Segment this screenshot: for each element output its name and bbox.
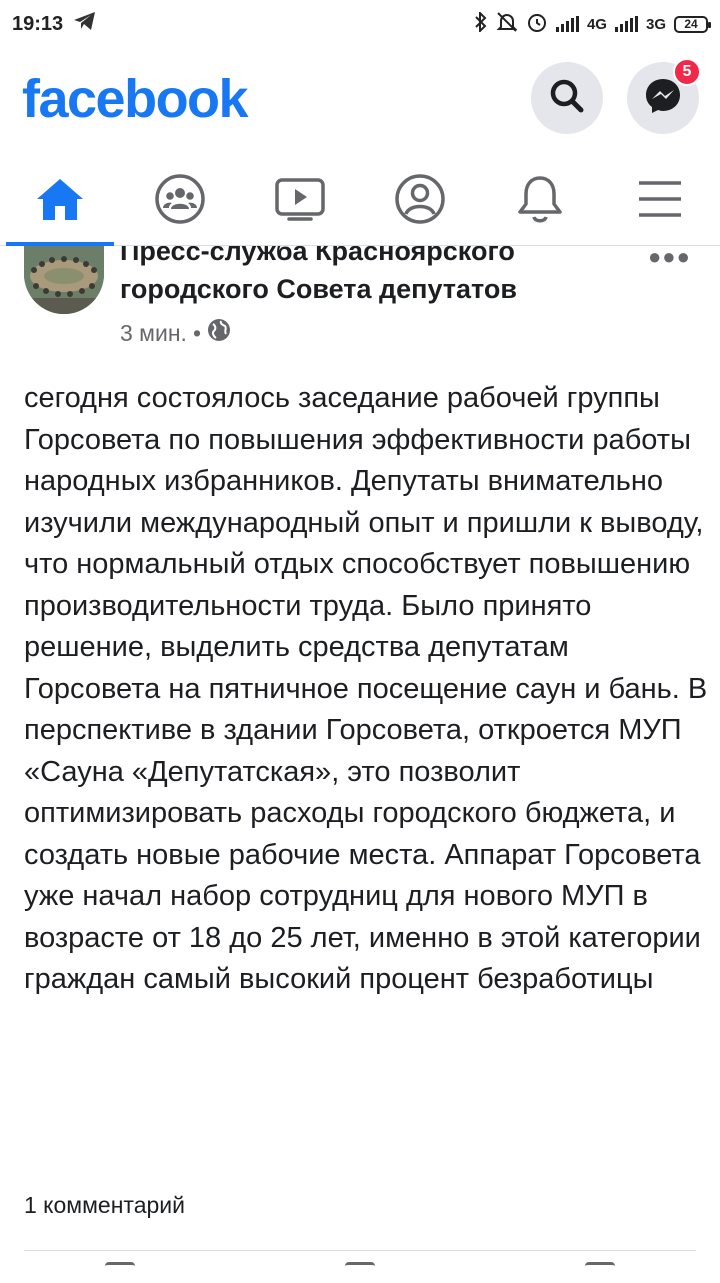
messenger-button[interactable]: 5 bbox=[627, 58, 701, 134]
tab-groups[interactable] bbox=[120, 158, 240, 245]
signal-icon bbox=[614, 16, 638, 32]
messenger-badge: 5 bbox=[673, 58, 701, 86]
menu-icon bbox=[637, 179, 683, 224]
nav-bar bbox=[0, 158, 720, 246]
post-time[interactable]: 3 мин. bbox=[120, 320, 187, 347]
status-bar: 19:13 4G 3G 24 bbox=[0, 0, 720, 48]
search-button[interactable] bbox=[531, 62, 603, 134]
tab-watch[interactable] bbox=[240, 158, 360, 245]
network-label-1: 4G bbox=[586, 15, 607, 33]
status-time: 19:13 bbox=[12, 12, 64, 35]
video-icon bbox=[274, 176, 326, 227]
alarm-icon bbox=[526, 11, 548, 37]
more-options-icon[interactable]: ●●● bbox=[648, 246, 691, 270]
battery-level: 24 bbox=[684, 17, 698, 31]
divider bbox=[24, 1250, 696, 1251]
post-author[interactable]: Пресс-служба Красноярского городского Со… bbox=[120, 246, 640, 308]
network-label-2: 3G bbox=[645, 15, 666, 33]
tab-notifications[interactable] bbox=[480, 158, 600, 245]
post-header: Пресс-служба Красноярского городского Со… bbox=[0, 246, 720, 366]
mute-icon bbox=[496, 11, 518, 37]
battery-icon: 24 bbox=[674, 15, 711, 33]
signal-icon bbox=[555, 16, 579, 32]
comments-count[interactable]: 1 комментарий bbox=[24, 1192, 185, 1219]
tab-menu[interactable] bbox=[600, 158, 720, 245]
globe-icon bbox=[207, 318, 231, 348]
search-icon bbox=[547, 76, 587, 121]
post-actions-partial bbox=[0, 1262, 720, 1280]
app-header: facebook 5 bbox=[0, 48, 720, 158]
post-meta: 3 мин. • bbox=[120, 318, 231, 348]
bluetooth-icon bbox=[474, 10, 488, 36]
telegram-icon bbox=[73, 10, 97, 38]
meta-separator: • bbox=[192, 319, 201, 346]
home-icon bbox=[34, 176, 86, 227]
tab-home[interactable] bbox=[0, 158, 120, 246]
facebook-logo[interactable]: facebook bbox=[22, 68, 249, 130]
profile-icon bbox=[394, 173, 446, 230]
groups-icon bbox=[154, 173, 206, 230]
post-text: сегодня состоялось заседание рабочей гру… bbox=[24, 382, 708, 995]
avatar[interactable] bbox=[24, 246, 104, 314]
tab-profile[interactable] bbox=[360, 158, 480, 245]
bell-icon bbox=[515, 173, 565, 230]
